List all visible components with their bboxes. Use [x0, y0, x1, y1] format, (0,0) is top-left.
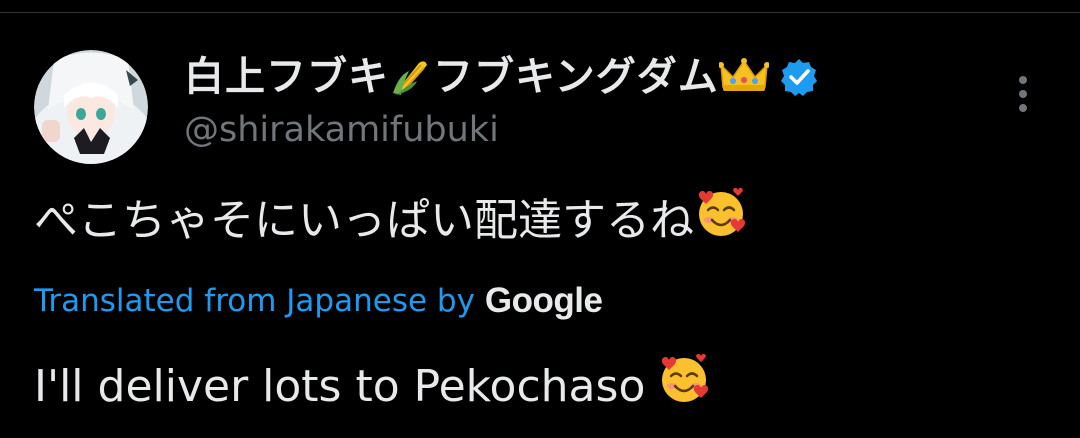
google-logo: Google: [484, 281, 603, 320]
corn-emoji-icon: [389, 53, 433, 101]
smiling-face-with-hearts-icon: [694, 186, 748, 256]
tweet-text-content: ぺこちゃそにいっぱい配達するね: [34, 195, 694, 246]
more-dot-icon: [1019, 76, 1027, 84]
translated-text-content: I'll deliver lots to Pekochaso: [34, 361, 646, 412]
top-divider: [0, 12, 1080, 13]
smiling-face-with-hearts-icon: [657, 352, 711, 422]
display-name-part2: フブキングダム: [433, 54, 719, 100]
translated-text: I'll deliver lots to Pekochaso: [34, 352, 711, 422]
tweet-text: ぺこちゃそにいっぱい配達するね: [34, 186, 748, 256]
more-dot-icon: [1019, 90, 1027, 98]
user-handle[interactable]: @shirakamifubuki: [184, 108, 499, 152]
avatar[interactable]: [34, 50, 148, 164]
more-options-button[interactable]: [1006, 72, 1040, 116]
translated-from-link[interactable]: Translated from Japanese by: [34, 283, 475, 319]
avatar-image: [34, 50, 148, 164]
display-name-row[interactable]: 白上フブキ フブキングダム: [184, 52, 819, 102]
crown-emoji-icon: [717, 55, 770, 99]
translation-attribution[interactable]: Translated from Japanese by Google: [34, 278, 603, 324]
more-dot-icon: [1019, 104, 1027, 112]
display-name-part1: 白上フブキ: [184, 54, 389, 100]
verified-badge-icon[interactable]: [779, 57, 819, 97]
